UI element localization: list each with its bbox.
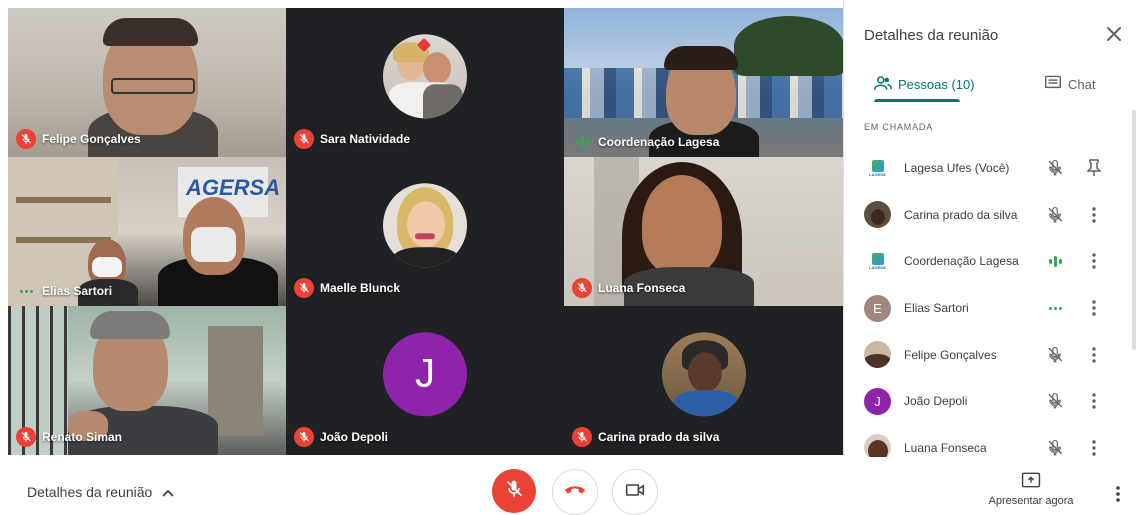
participant-name: Coordenação Lagesa — [598, 135, 720, 149]
video-grid: Felipe Gonçalves Sara Natividade Coorden… — [8, 8, 843, 455]
idle-indicator-icon — [16, 289, 36, 293]
participant-name: Maelle Blunck — [320, 281, 401, 295]
participant-name: João Depoli — [904, 394, 968, 409]
mic-off-icon — [1044, 344, 1066, 366]
present-now-button[interactable]: Apresentar agora — [985, 472, 1077, 507]
participant-row[interactable]: E Elias Sartori — [844, 285, 1137, 332]
video-tile-renato[interactable]: Renato Siman — [8, 306, 286, 455]
avatar — [864, 201, 891, 229]
video-camera-icon — [625, 482, 645, 503]
participant-name: Luana Fonseca — [904, 440, 987, 455]
avatar — [864, 341, 891, 369]
chat-icon — [1044, 75, 1062, 94]
participant-name: Coordenação Lagesa — [904, 254, 1019, 269]
present-now-label: Apresentar agora — [988, 495, 1074, 507]
video-tile-luana[interactable]: Luana Fonseca — [564, 157, 843, 306]
speaking-indicator-icon — [572, 136, 592, 148]
mic-off-icon — [1044, 390, 1066, 412]
lagesa-logo: LAGESA — [864, 154, 891, 182]
mic-off-icon — [294, 129, 314, 149]
chevron-up-icon — [162, 484, 174, 500]
more-icon[interactable] — [1086, 344, 1102, 366]
participant-name: Felipe Gonçalves — [42, 132, 141, 146]
participant-name: João Depoli — [320, 430, 389, 444]
more-icon[interactable] — [1086, 297, 1102, 319]
tab-chat-label: Chat — [1068, 76, 1096, 92]
mic-off-icon — [1044, 204, 1066, 226]
video-tile-maelle[interactable]: Maelle Blunck — [286, 157, 564, 306]
meeting-details-label: Detalhes da reunião — [27, 484, 153, 500]
panel-tabs: Pessoas (10) Chat — [844, 66, 1137, 104]
participant-name: Renato Siman — [42, 430, 123, 444]
video-tile-sara[interactable]: Sara Natividade — [286, 8, 564, 157]
mic-off-icon — [1044, 437, 1066, 459]
panel-title: Detalhes da reunião — [864, 27, 999, 44]
participant-name: Felipe Gonçalves — [904, 347, 997, 362]
lagesa-logo: LAGESA — [864, 247, 891, 275]
pin-icon[interactable] — [1086, 157, 1102, 179]
participant-name: Elias Sartori — [904, 301, 969, 316]
mic-off-icon — [1044, 157, 1066, 179]
participant-name: Carina prado da silva — [598, 430, 720, 444]
participant-row[interactable]: Felipe Gonçalves — [844, 331, 1137, 378]
mic-off-icon — [572, 427, 592, 447]
speaking-indicator-icon — [1044, 250, 1066, 272]
participant-name: Carina prado da silva — [904, 207, 1018, 222]
more-icon[interactable] — [1086, 437, 1102, 459]
more-icon[interactable] — [1086, 204, 1102, 226]
participant-list: LAGESA Lagesa Ufes (Você) Carina prado d… — [844, 145, 1137, 471]
close-icon[interactable] — [1102, 22, 1126, 46]
mic-off-icon — [16, 427, 36, 447]
present-screen-icon — [1021, 472, 1041, 491]
participant-row[interactable]: LAGESA Coordenação Lagesa — [844, 238, 1137, 285]
meeting-details-panel: Detalhes da reunião Pessoas (10) Chat EM… — [843, 0, 1137, 462]
participant-name: Elias Sartori — [42, 284, 113, 298]
more-options-icon[interactable] — [1110, 483, 1126, 505]
participant-photo — [383, 182, 467, 267]
scrollbar[interactable] — [1132, 110, 1136, 350]
mic-toggle-button[interactable] — [492, 469, 536, 513]
participant-row[interactable]: Carina prado da silva — [844, 192, 1137, 239]
participant-row[interactable]: LAGESA Lagesa Ufes (Você) — [844, 145, 1137, 192]
mic-off-icon — [504, 479, 524, 504]
participant-avatar: J — [383, 331, 467, 416]
leave-call-button[interactable] — [552, 469, 598, 515]
mic-off-icon — [16, 129, 36, 149]
video-tile-coordenacao[interactable]: Coordenação Lagesa — [564, 8, 843, 157]
video-tile-elias[interactable]: AGERSA Elias Sartori — [8, 157, 286, 306]
people-icon — [874, 75, 892, 94]
mic-off-icon — [294, 278, 314, 298]
mic-off-icon — [294, 427, 314, 447]
more-icon[interactable] — [1086, 390, 1102, 412]
participant-photo — [661, 331, 746, 416]
bottom-toolbar: Detalhes da reunião Apresentar agora — [0, 457, 1137, 515]
avatar: J — [864, 387, 891, 415]
participant-name: Luana Fonseca — [598, 281, 686, 295]
meeting-details-button[interactable]: Detalhes da reunião — [27, 484, 174, 500]
tab-people[interactable]: Pessoas (10) — [874, 66, 975, 102]
video-tile-felipe[interactable]: Felipe Gonçalves — [8, 8, 286, 157]
active-tab-indicator — [874, 99, 960, 102]
participant-row[interactable]: J João Depoli — [844, 378, 1137, 425]
video-tile-carina[interactable]: Carina prado da silva — [564, 306, 843, 455]
hang-up-icon — [564, 483, 586, 501]
mic-off-icon — [572, 278, 592, 298]
participant-name: Sara Natividade — [320, 132, 411, 146]
more-icon[interactable] — [1086, 250, 1102, 272]
tab-people-label: Pessoas (10) — [898, 76, 975, 92]
video-tile-joao[interactable]: J João Depoli — [286, 306, 564, 455]
camera-toggle-button[interactable] — [612, 469, 658, 515]
section-label: EM CHAMADA — [864, 122, 934, 132]
idle-indicator-icon — [1044, 297, 1066, 319]
tab-chat[interactable]: Chat — [1044, 66, 1095, 102]
participant-name: Lagesa Ufes (Você) — [904, 161, 1010, 176]
agersa-sign: AGERSA — [186, 175, 281, 200]
avatar: E — [864, 294, 891, 322]
